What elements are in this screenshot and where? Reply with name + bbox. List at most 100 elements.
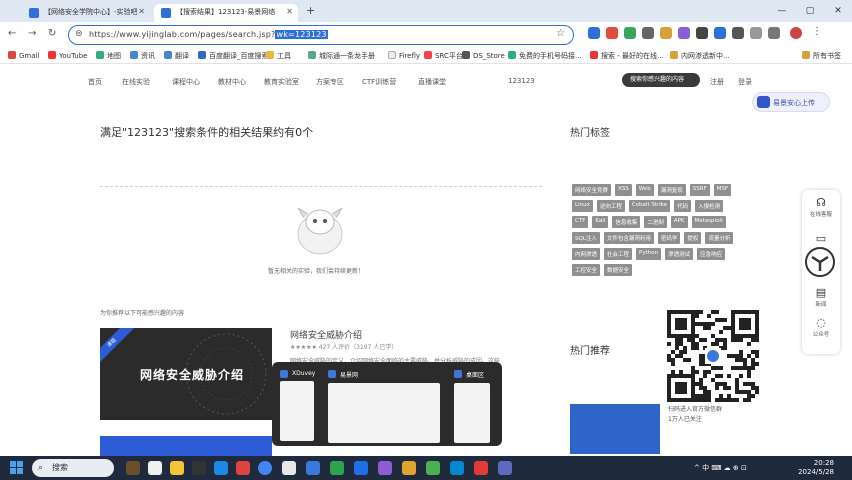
- nav-education-lab[interactable]: 教育实验室: [264, 77, 299, 87]
- nav-home[interactable]: 首页: [88, 77, 102, 87]
- file-explorer-icon[interactable]: [170, 461, 184, 475]
- extension-icon[interactable]: [642, 27, 654, 39]
- minimize-button[interactable]: —: [768, 0, 796, 22]
- new-tab-button[interactable]: +: [306, 4, 315, 17]
- system-tray[interactable]: ^ 中 ⌨ ☁ ⊕ ⊡: [694, 463, 747, 473]
- browser-tab-active[interactable]: 【搜索结果】123123-易景网络 ✕: [154, 4, 298, 22]
- browser-tab[interactable]: 【网络安全学院中心】-实验吧 ✕: [22, 4, 150, 22]
- nav-online-lab[interactable]: 在线实验: [122, 77, 150, 87]
- nav-solutions[interactable]: 方案专区: [316, 77, 344, 87]
- taskbar-app-icon[interactable]: [474, 461, 488, 475]
- tag-chip[interactable]: CTF: [572, 216, 589, 228]
- close-tab-icon[interactable]: ✕: [138, 7, 145, 16]
- tag-chip[interactable]: Python: [636, 248, 662, 260]
- bookmark-item[interactable]: 搜索 - 最好的在线...: [590, 51, 664, 61]
- bookmark-item[interactable]: Firefly: [388, 51, 420, 60]
- tag-chip[interactable]: 信息收集: [612, 216, 641, 228]
- reload-icon[interactable]: ↻: [48, 28, 56, 39]
- back-arrow-icon[interactable]: ←: [8, 28, 16, 39]
- bookmark-item[interactable]: 地图: [96, 51, 121, 61]
- extension-icon[interactable]: [696, 27, 708, 39]
- address-bar[interactable]: ⊜ https://www.yijinglab.com/pages/search…: [68, 25, 574, 45]
- tag-chip[interactable]: 二进制: [644, 216, 667, 228]
- upload-button[interactable]: 易景安心上传: [752, 92, 830, 112]
- window-preview[interactable]: 桌面区: [454, 370, 490, 443]
- bookmark-item[interactable]: 工具: [266, 51, 291, 61]
- site-search-box[interactable]: 搜索你感兴趣的内容: [622, 73, 700, 87]
- close-window-button[interactable]: ✕: [824, 0, 852, 22]
- tag-chip[interactable]: 入侵检测: [695, 200, 724, 212]
- taskbar-search[interactable]: ⌕ 搜索: [32, 459, 114, 477]
- task-view-icon[interactable]: [148, 461, 162, 475]
- taskbar-app-icon[interactable]: [378, 461, 392, 475]
- course-title-link[interactable]: 网络安全威胁介绍: [290, 328, 362, 341]
- bookmark-item[interactable]: Gmail: [8, 51, 39, 60]
- maximize-button[interactable]: ▢: [796, 0, 824, 22]
- forward-arrow-icon[interactable]: →: [28, 28, 36, 39]
- nav-ctf[interactable]: CTF训练营: [362, 77, 396, 87]
- tag-chip[interactable]: 代码: [674, 200, 692, 212]
- tag-chip[interactable]: APK: [670, 216, 688, 228]
- tag-chip[interactable]: MSF: [713, 184, 732, 196]
- tag-chip[interactable]: 社会工程: [604, 248, 633, 260]
- taskbar-app-icon[interactable]: [306, 461, 320, 475]
- taskbar-app-icon[interactable]: [126, 461, 140, 475]
- tag-chip[interactable]: 文件包含漏洞利用: [603, 232, 654, 244]
- site-info-icon[interactable]: ⊜: [75, 29, 83, 39]
- tag-chip[interactable]: 流量分析: [705, 232, 734, 244]
- online-support-button[interactable]: ☊ 在线客服: [802, 196, 840, 218]
- extension-icon[interactable]: [768, 27, 780, 39]
- wallet-icon[interactable]: ▭: [802, 232, 840, 246]
- clock[interactable]: 20:28 2024/5/28: [786, 459, 834, 477]
- extension-icon[interactable]: [624, 27, 636, 39]
- tag-chip[interactable]: Kali: [592, 216, 609, 228]
- tag-chip[interactable]: 网络安全竞赛: [572, 184, 612, 196]
- login-link[interactable]: 登录: [738, 77, 752, 87]
- taskbar-app-icon[interactable]: [236, 461, 250, 475]
- nav-textbook-center[interactable]: 教材中心: [218, 77, 246, 87]
- bookmark-item[interactable]: YouTube: [48, 51, 87, 60]
- wechat-account-button[interactable]: ◌ 公众号: [802, 316, 840, 338]
- tag-chip[interactable]: 内网渗透: [572, 248, 601, 260]
- edge-icon[interactable]: [214, 461, 228, 475]
- taskbar-app-icon[interactable]: [354, 461, 368, 475]
- extension-icon[interactable]: [750, 27, 762, 39]
- bookmark-star-icon[interactable]: ☆: [556, 28, 565, 39]
- all-bookmarks-folder[interactable]: 所有书签: [802, 51, 841, 61]
- recommend-banner[interactable]: [570, 404, 660, 454]
- tag-chip[interactable]: SQL注入: [572, 232, 600, 244]
- close-tab-icon[interactable]: ✕: [286, 7, 293, 16]
- tag-chip[interactable]: 密码学: [657, 232, 681, 244]
- extension-icon[interactable]: [714, 27, 726, 39]
- extension-icon[interactable]: [732, 27, 744, 39]
- news-button[interactable]: ▤ 新闻: [802, 286, 840, 308]
- tag-chip[interactable]: SSRF: [689, 184, 710, 196]
- tag-chip[interactable]: Cobalt Strike: [628, 200, 671, 212]
- tag-chip[interactable]: Metasploit: [691, 216, 727, 228]
- course-card-image[interactable]: 课程 网络安全威胁介绍: [100, 328, 272, 420]
- profile-avatar[interactable]: [790, 27, 802, 39]
- ai-assistant-icon[interactable]: [805, 247, 835, 277]
- window-preview[interactable]: XDuvey: [280, 370, 315, 441]
- bookmark-item[interactable]: 翻译: [164, 51, 189, 61]
- tag-chip[interactable]: XSS: [615, 184, 632, 196]
- extension-icon[interactable]: [588, 27, 600, 39]
- taskbar-app-icon[interactable]: [192, 461, 206, 475]
- course-card-banner[interactable]: [100, 436, 272, 456]
- chrome-icon[interactable]: [258, 461, 272, 475]
- tag-chip[interactable]: 逆向工程: [596, 200, 625, 212]
- more-menu-icon[interactable]: ⋮: [812, 26, 822, 37]
- taskbar-app-icon[interactable]: [402, 461, 416, 475]
- bookmark-item[interactable]: DS_Store: [462, 51, 505, 60]
- tag-chip[interactable]: 应急响应: [697, 248, 726, 260]
- tag-chip[interactable]: Linux: [572, 200, 593, 212]
- tag-chip[interactable]: 提权: [684, 232, 702, 244]
- bookmark-item[interactable]: 资讯: [130, 51, 155, 61]
- bookmark-item[interactable]: SRC平台: [424, 51, 463, 61]
- taskbar-app-icon[interactable]: [498, 461, 512, 475]
- bookmark-item[interactable]: 免费的手机号码接...: [508, 51, 582, 61]
- tag-chip[interactable]: 渗透测试: [665, 248, 694, 260]
- extension-icon[interactable]: [606, 27, 618, 39]
- tag-chip[interactable]: 工控安全: [572, 264, 601, 276]
- tag-chip[interactable]: Web: [635, 184, 654, 196]
